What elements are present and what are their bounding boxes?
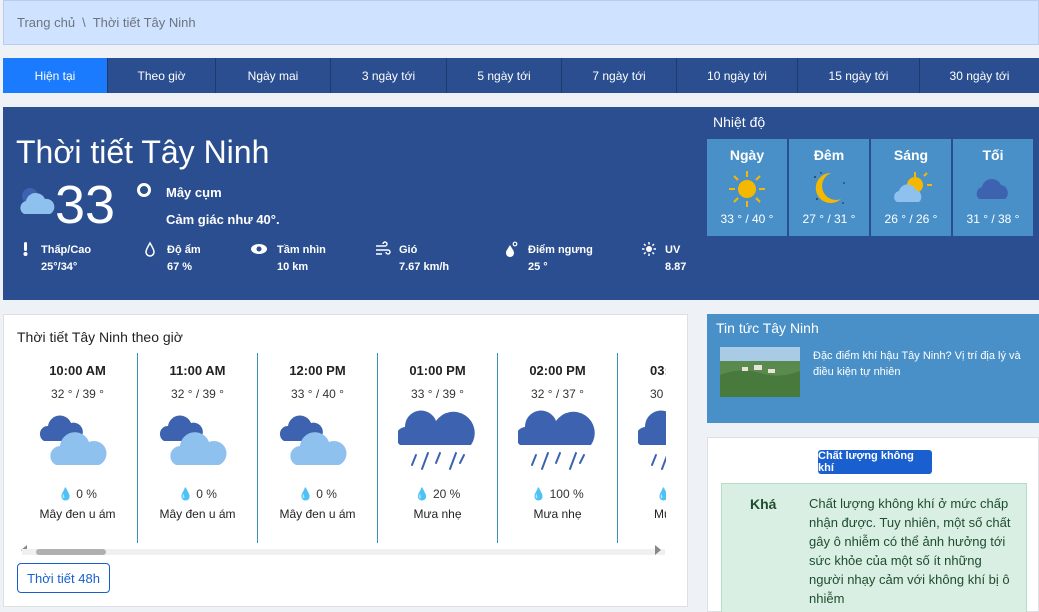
partly-cloudy-icon [894,172,932,202]
overcast-clouds-icon [39,415,107,465]
tab-hourly[interactable]: Theo giờ [108,58,216,93]
forecast-tabs: Hiện tại Theo giờ Ngày mai 3 ngày tới 5 … [3,58,1039,93]
cloud-icon [976,178,1008,199]
weather-description: Mây cụm [166,185,222,200]
partly-cloudy-icon [20,188,55,214]
temp-period-morning: Sáng 26 ° / 26 ° [871,139,951,236]
dew-point-icon [506,241,518,257]
hour-card: 12:00 PM 33 ° / 40 ° 💧 0 % Mây đen u ám [258,353,378,543]
sun-uv-icon [642,242,656,256]
tab-10-days[interactable]: 10 ngày tới [677,58,798,93]
overcast-clouds-icon [279,415,347,465]
breadcrumb-home[interactable]: Trang chủ [17,15,75,30]
current-temperature: 33 [55,175,116,235]
sun-icon [729,171,765,207]
forecast-48h-button[interactable]: Thời tiết 48h [17,563,110,593]
air-quality-level: Khá [750,496,777,512]
wind-icon [376,241,391,255]
breadcrumb: Trang chủ \ Thời tiết Tây Ninh [3,0,1039,45]
breadcrumb-current: Thời tiết Tây Ninh [92,15,196,30]
feels-like: Cảm giác như 40°. [166,212,280,227]
horizontal-scrollbar[interactable] [22,549,665,555]
light-rain-icon [518,410,595,470]
current-weather-panel: Thời tiết Tây Ninh 33 Mây cụm Cảm giác n… [3,107,1039,300]
air-quality-description: Chất lượng không khí ở mức chấp nhận đượ… [809,496,1011,606]
overcast-clouds-icon [159,415,227,465]
degree-symbol [137,183,151,197]
hour-card: 02:00 PM 32 ° / 37 ° 💧 100 % Mưa nhẹ [498,353,618,543]
eye-icon [251,244,267,254]
temp-period-evening: Tối 31 ° / 38 ° [953,139,1033,236]
news-thumbnail[interactable] [720,347,800,397]
tab-3-days[interactable]: 3 ngày tới [331,58,447,93]
tab-30-days[interactable]: 30 ngày tới [920,58,1039,93]
breadcrumb-separator: \ [82,15,86,30]
temp-period-day: Ngày 33 ° / 40 ° [707,139,787,236]
air-quality-panel: Chất lượng không khí Khá Chất lượng khôn… [707,437,1039,612]
temp-period-night: Đêm 27 ° / 31 ° [789,139,869,236]
moon-icon [814,172,845,204]
page-title: Thời tiết Tây Ninh [16,134,270,170]
tab-7-days[interactable]: 7 ngày tới [562,58,677,93]
light-rain-icon [398,410,475,470]
hourly-title: Thời tiết Tây Ninh theo giờ [17,329,183,345]
hour-card: 10:00 AM 32 ° / 39 ° 💧 0 % Mây đen u ám [18,353,138,543]
tab-tomorrow[interactable]: Ngày mai [216,58,331,93]
air-quality-box: Khá Chất lượng không khí ở mức chấp nhận… [721,483,1027,612]
hour-card: 03: 30 💧 Mư [618,353,666,543]
hour-card: 01:00 PM 33 ° / 39 ° 💧 20 % Mưa nhẹ [378,353,498,543]
scroll-right-arrow[interactable] [655,545,661,555]
tab-5-days[interactable]: 5 ngày tới [447,58,562,93]
air-quality-badge[interactable]: Chất lượng không khí [818,450,932,474]
thermometer-icon [23,242,28,256]
scrollbar-thumb[interactable] [36,549,106,555]
temperature-heading: Nhiệt độ [713,114,766,130]
humidity-drop-icon [145,241,155,257]
news-title: Tin tức Tây Ninh [716,320,819,336]
news-article-link[interactable]: Đặc điểm khí hậu Tây Ninh? Vị trí địa lý… [813,348,1033,380]
tab-15-days[interactable]: 15 ngày tới [798,58,920,93]
light-rain-icon [638,410,666,470]
news-panel: Tin tức Tây Ninh Đặc điểm khí hậu Tây Ni… [707,314,1039,423]
hour-card-clip: 03: 30 💧 Mư [618,353,666,543]
hourly-forecast-panel: Thời tiết Tây Ninh theo giờ 10:00 AM 32 … [3,314,688,607]
tab-current[interactable]: Hiện tại [3,58,108,93]
hour-card: 11:00 AM 32 ° / 39 ° 💧 0 % Mây đen u ám [138,353,258,543]
